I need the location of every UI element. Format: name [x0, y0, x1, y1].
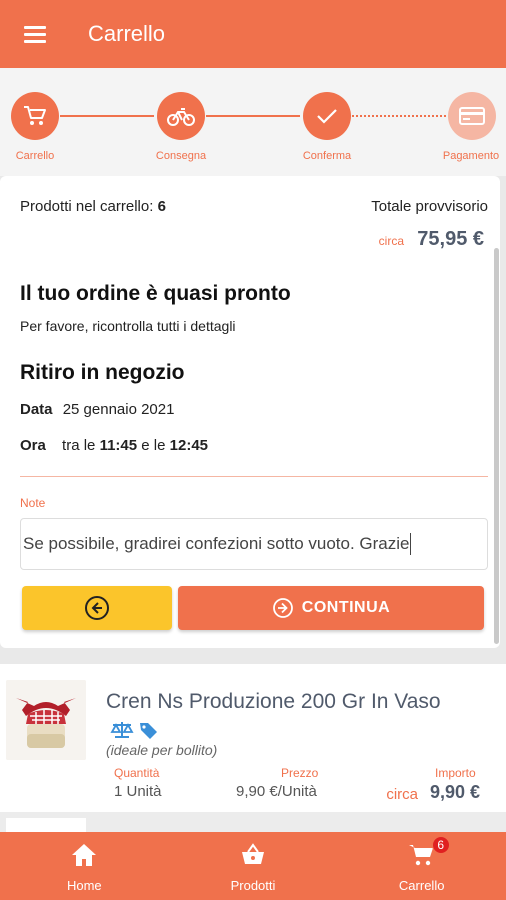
- cart-item[interactable]: Cren Ns Produzione 200 Gr In Vaso (ideal…: [0, 664, 506, 812]
- home-icon: [72, 844, 97, 866]
- amount-header: Importo: [435, 766, 476, 780]
- products-count-value: 6: [157, 198, 166, 215]
- step-carrello[interactable]: [11, 92, 59, 140]
- step-connector: [60, 115, 154, 117]
- product-image: [6, 818, 86, 832]
- order-heading: Il tuo ordine è quasi pronto: [20, 282, 291, 305]
- order-subheading: Per favore, ricontrolla tutti i dettagli: [20, 318, 236, 334]
- quantity-value: 1 Unità: [114, 783, 162, 800]
- price-header: Prezzo: [281, 766, 319, 780]
- product-name-text: Cren Ns Produzione 200 Gr In Vaso: [106, 690, 441, 713]
- quantity-header: Quantità: [114, 766, 160, 780]
- pickup-heading: Ritiro in negozio: [20, 361, 185, 384]
- total-label: Totale provvisorio: [371, 198, 488, 215]
- text-cursor: [410, 533, 412, 555]
- page-title: Carrello: [88, 21, 166, 46]
- time-to: 12:45: [169, 437, 209, 454]
- price-value: 9,90 €/Unità: [236, 783, 317, 800]
- basket-icon: [242, 843, 264, 864]
- checkout-stepper: Carrello Consegna Conferma Pagamento: [0, 68, 506, 176]
- step-consegna[interactable]: [157, 92, 205, 140]
- total-circa: circa: [378, 234, 404, 248]
- hamburger-icon: [24, 26, 46, 43]
- product-note: (ideale per bollito): [106, 742, 218, 758]
- total-value: 75,95 €: [417, 228, 484, 250]
- nav-home-label: Home: [66, 878, 102, 893]
- time-from: 11:45: [99, 437, 138, 454]
- continue-label: CONTINUA: [301, 599, 391, 616]
- step-connector: [352, 115, 446, 117]
- amount-value: 9,90 €: [429, 782, 480, 802]
- nav-prodotti[interactable]: Prodotti: [169, 832, 338, 900]
- step-label: Conferma: [302, 150, 352, 162]
- step-label: Carrello: [15, 150, 55, 162]
- step-label: Consegna: [155, 150, 207, 162]
- products-count-label: Prodotti nel carrello:: [20, 198, 154, 215]
- time-key: Ora: [20, 437, 46, 454]
- cart-count-badge: 6: [431, 836, 450, 854]
- nav-prodotti-label: Prodotti: [230, 878, 276, 893]
- scale-icon: [110, 722, 134, 739]
- tags-icon: [140, 723, 157, 740]
- nav-carrello[interactable]: 6 Carrello: [337, 832, 506, 900]
- note-text: Se possibile, gradirei confezioni sotto …: [23, 534, 410, 553]
- date-value: 25 gennaio 2021: [62, 401, 175, 418]
- bicycle-icon: [167, 108, 195, 126]
- back-button[interactable]: [22, 586, 172, 630]
- next-cart-item[interactable]: [0, 812, 506, 832]
- order-summary-card: Prodotti nel carrello: 6 Totale provviso…: [0, 176, 500, 648]
- scrollbar[interactable]: [494, 248, 499, 644]
- note-field[interactable]: Se possibile, gradirei confezioni sotto …: [20, 518, 488, 570]
- check-icon: [317, 109, 337, 124]
- product-name: Cren Ns Produzione 200 Gr In Vaso: [106, 688, 446, 744]
- continue-button[interactable]: CONTINUA: [178, 586, 484, 630]
- pickup-time: Ora tra le 11:45 e le 12:45: [20, 437, 208, 454]
- menu-button[interactable]: [0, 0, 70, 68]
- step-label: Pagamento: [442, 150, 500, 162]
- bottom-navigation: Home Prodotti 6 Carrello: [0, 832, 506, 900]
- step-connector: [206, 115, 300, 117]
- note-label: Note: [20, 496, 46, 510]
- nav-carrello-label: Carrello: [398, 878, 445, 893]
- arrow-left-circle-icon: [85, 596, 109, 620]
- products-count: Prodotti nel carrello: 6: [20, 198, 166, 215]
- step-conferma[interactable]: [303, 92, 351, 140]
- cart-icon: [24, 106, 46, 125]
- nav-home[interactable]: Home: [0, 832, 169, 900]
- step-pagamento[interactable]: [448, 92, 496, 140]
- time-prefix: tra le: [62, 437, 96, 454]
- date-key: Data: [20, 401, 53, 418]
- divider: [20, 476, 488, 477]
- arrow-right-circle-icon: [272, 598, 293, 618]
- amount-circa: circa: [386, 786, 418, 803]
- product-image: [6, 680, 86, 760]
- app-bar: Carrello: [0, 0, 506, 68]
- pickup-date: Data 25 gennaio 2021: [20, 401, 174, 418]
- credit-card-icon: [459, 107, 485, 125]
- time-mid: e le: [141, 437, 166, 454]
